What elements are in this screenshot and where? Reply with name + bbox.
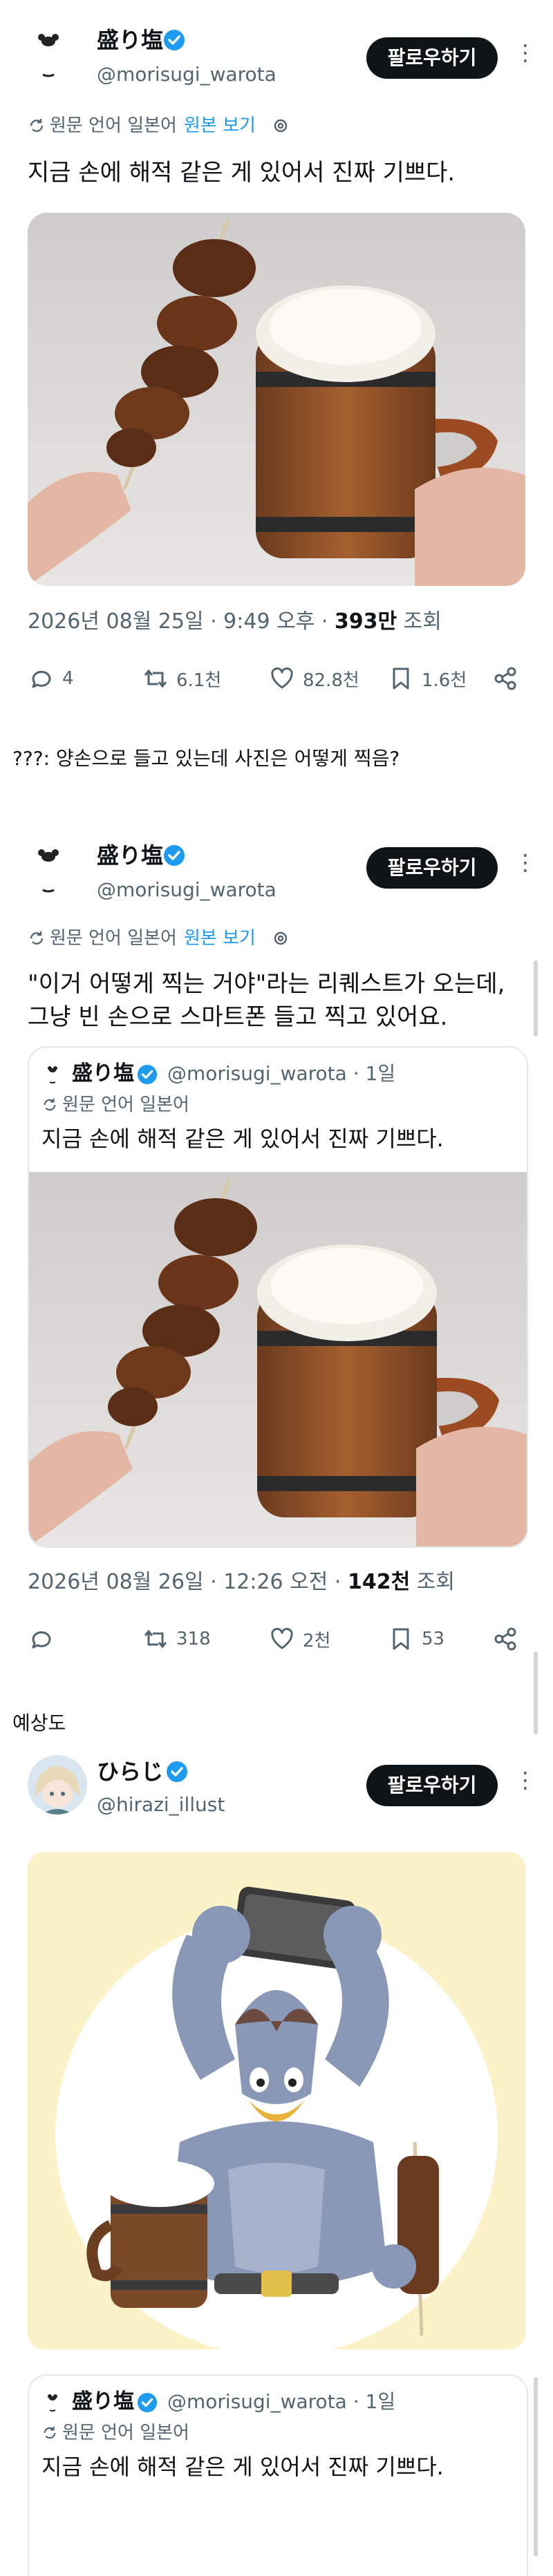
- views-label: 조회: [410, 1570, 455, 1594]
- avatar[interactable]: [28, 1755, 87, 1815]
- tweet-illustration[interactable]: [28, 1852, 525, 2349]
- tweet-timestamp: 2026년 08월 26일 · 12:26 오전 · 142천 조회: [28, 1569, 455, 1596]
- timestamp-text[interactable]: 2026년 08월 25일 · 9:49 오후 ·: [28, 609, 335, 634]
- retweet-action[interactable]: 318: [142, 1625, 211, 1653]
- translation-notice: 원문 언어 일본어 원본 보기: [28, 113, 290, 138]
- follow-button[interactable]: 팔로우하기: [366, 1765, 498, 1806]
- bookmark-icon: [393, 667, 409, 690]
- translated-from-label: 원문 언어 일본어: [50, 928, 177, 949]
- share-icon: [494, 667, 516, 690]
- heart-icon: [271, 667, 293, 689]
- like-action[interactable]: 2천: [268, 1625, 330, 1653]
- quote-handle-time: @morisugi_warota · 1일: [167, 1062, 396, 1085]
- reply-count: 4: [62, 668, 74, 689]
- retweet-icon: [144, 669, 167, 688]
- author-handle[interactable]: @hirazi_illust: [97, 1792, 225, 1817]
- tweet-text-line-2: 그냥 빈 손으로 스마트폰 들고 찍고 있어요.: [28, 1003, 448, 1031]
- timestamp-text[interactable]: 2026년 08월 26일 · 12:26 오전 ·: [28, 1570, 348, 1594]
- post-caption: ???: 양손으로 들고 있는데 사진은 어떻게 찍음?: [12, 747, 400, 770]
- scrollbar[interactable]: [534, 960, 538, 1036]
- gear-icon[interactable]: [271, 929, 290, 948]
- more-options-icon[interactable]: ⋮: [514, 849, 536, 876]
- show-original-link[interactable]: 원본 보기: [184, 115, 256, 136]
- quote-translation-notice: 원문 언어 일본어: [41, 1093, 189, 1117]
- verified-badge-icon: [137, 2392, 158, 2416]
- tweet-1: 盛り塩 @morisugi_warota 팔로우하기 ⋮ 원문 언어 일본어 원본…: [0, 0, 553, 746]
- verified-badge-icon: [137, 1064, 158, 1088]
- translate-icon: [30, 931, 44, 945]
- quote-author-name: 盛り塩: [72, 2389, 134, 2414]
- author-handle[interactable]: @morisugi_warota: [97, 62, 276, 87]
- reply-action[interactable]: [28, 1625, 62, 1653]
- reply-action[interactable]: 4: [28, 665, 74, 692]
- bookmark-action[interactable]: 53: [387, 1625, 444, 1653]
- tweet-3: ひらじ @hirazi_illust 팔로우하기 ⋮ 盛り塩 @morisugi…: [0, 1748, 553, 2576]
- quote-translation-notice: 원문 언어 일본어: [41, 2421, 189, 2445]
- quote-translated-from: 원문 언어 일본어: [62, 1095, 189, 1115]
- scrollbar[interactable]: [534, 2377, 538, 2557]
- like-count: 2천: [303, 1630, 331, 1651]
- follow-button[interactable]: 팔로우하기: [366, 37, 498, 79]
- translate-icon: [44, 2426, 56, 2439]
- tweet-2: 盛り塩 @morisugi_warota 팔로우하기 ⋮ 원문 언어 일본어 원본…: [0, 822, 553, 1665]
- share-action[interactable]: [492, 1625, 527, 1653]
- author-handle[interactable]: @morisugi_warota: [97, 878, 276, 902]
- quote-avatar: [41, 1061, 66, 1086]
- retweet-icon: [144, 1629, 167, 1649]
- bookmark-count: 1.6천: [422, 670, 467, 691]
- retweet-action[interactable]: 6.1천: [142, 665, 221, 692]
- translate-icon: [30, 119, 44, 132]
- verified-badge-icon: [166, 1761, 188, 1783]
- scrollbar[interactable]: [534, 1651, 538, 1734]
- quote-avatar: [41, 2389, 66, 2414]
- quote-photo: [29, 1172, 527, 1546]
- quoted-tweet[interactable]: 盛り塩 @morisugi_warota · 1일 원문 언어 일본어 지금 손…: [28, 2374, 528, 2576]
- tweet-text: 지금 손에 해적 같은 게 있어서 진짜 기쁘다.: [28, 159, 456, 187]
- reply-icon: [32, 670, 51, 688]
- avatar[interactable]: [21, 836, 87, 902]
- share-action[interactable]: [492, 665, 527, 692]
- author-name[interactable]: 盛り塩: [97, 26, 163, 54]
- translate-icon: [44, 1098, 56, 1111]
- more-options-icon[interactable]: ⋮: [514, 39, 536, 66]
- views-count: 142천: [347, 1570, 411, 1594]
- views-label: 조회: [397, 609, 442, 634]
- views-count: 393만: [334, 609, 397, 634]
- translated-from-label: 원문 언어 일본어: [50, 115, 177, 136]
- like-count: 82.8천: [303, 670, 359, 691]
- retweet-count: 318: [176, 1629, 211, 1649]
- heart-icon: [271, 1627, 293, 1649]
- reply-icon: [32, 1631, 51, 1649]
- author-name[interactable]: ひらじ: [97, 1758, 163, 1786]
- post-caption: 예상도: [12, 1712, 66, 1734]
- gear-icon[interactable]: [271, 116, 290, 135]
- like-action[interactable]: 82.8천: [268, 665, 359, 692]
- quote-author-name: 盛り塩: [72, 1061, 134, 1086]
- bookmark-action[interactable]: 1.6천: [387, 665, 467, 692]
- tweet-timestamp: 2026년 08월 25일 · 9:49 오후 · 393만 조회: [28, 608, 442, 636]
- verified-badge-icon: [163, 844, 185, 866]
- retweet-count: 6.1천: [176, 670, 222, 691]
- author-name[interactable]: 盛り塩: [97, 842, 163, 869]
- verified-badge-icon: [163, 29, 185, 51]
- avatar[interactable]: [21, 21, 87, 87]
- bookmark-icon: [393, 1628, 409, 1650]
- more-options-icon[interactable]: ⋮: [514, 1766, 536, 1794]
- quote-translated-from: 원문 언어 일본어: [62, 2423, 189, 2443]
- show-original-link[interactable]: 원본 보기: [184, 928, 256, 949]
- bookmark-count: 53: [422, 1629, 445, 1649]
- translation-notice: 원문 언어 일본어 원본 보기: [28, 926, 290, 951]
- tweet-photo[interactable]: [28, 213, 525, 586]
- tweet-text-line-1: "이거 어떻게 찍는 거야"라는 리퀘스트가 오는데,: [28, 970, 505, 998]
- quote-handle-time: @morisugi_warota · 1일: [167, 2390, 396, 2413]
- follow-button[interactable]: 팔로우하기: [366, 847, 498, 889]
- quoted-tweet[interactable]: 盛り塩 @morisugi_warota · 1일 원문 언어 일본어 지금 손…: [28, 1046, 528, 1548]
- quote-text: 지금 손에 해적 같은 게 있어서 진짜 기쁘다.: [41, 2454, 444, 2480]
- quote-text: 지금 손에 해적 같은 게 있어서 진짜 기쁘다.: [41, 1126, 444, 1152]
- share-icon: [494, 1627, 516, 1651]
